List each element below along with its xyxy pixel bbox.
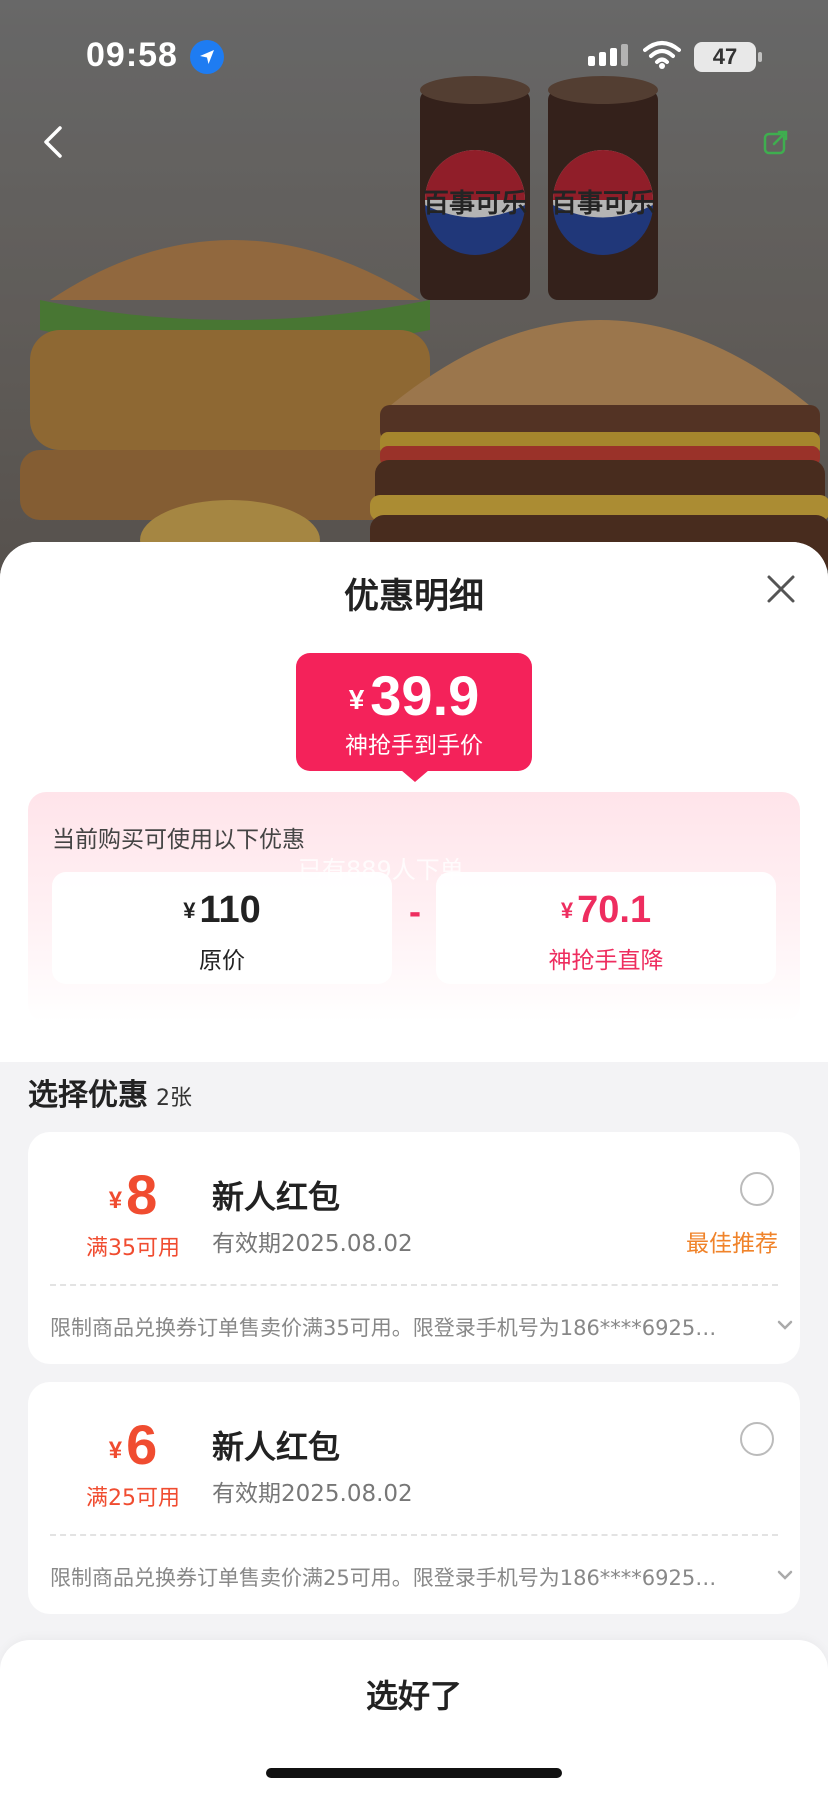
final-price: ¥39.9 [296,665,532,731]
close-icon[interactable] [764,572,798,606]
original-price-currency: ¥ [183,898,196,923]
minus-sign: - [408,896,422,931]
final-price-label: 神抢手到手价 [345,733,483,759]
coupon-condition: 满25可用 [86,1486,180,1511]
discount-card: ¥70.1 神抢手直降 [436,872,776,984]
price-breakdown: 当前购买可使用以下优惠 已有889人下单 ¥110 原价 - ¥70.1 神抢手… [28,792,800,1022]
final-price-badge: ¥39.9 神抢手到手价 [296,653,532,771]
original-price: ¥110 [52,888,392,933]
share-icon[interactable] [762,128,790,156]
coupon-value: 8 [126,1163,158,1226]
wifi-icon [643,40,681,74]
coupon-currency: ¥ [108,1187,123,1214]
coupon-amount: ¥8 [58,1164,208,1232]
home-indicator [266,1768,562,1778]
coupon-radio[interactable] [740,1172,774,1206]
battery-tip [758,52,762,62]
coupon-description: 限制商品兑换券订单售卖价满35可用。限登录手机号为186****6925的用户使… [50,1316,730,1340]
coupon-card[interactable]: ¥8 满35可用 新人红包 有效期2025.08.02 最佳推荐 限制商品兑换券… [28,1132,800,1364]
coupon-currency: ¥ [108,1437,123,1464]
coupon-description: 限制商品兑换券订单售卖价满25可用。限登录手机号为186****6925的用户使… [50,1566,730,1590]
status-time: 09:58 [86,36,178,74]
chevron-down-icon[interactable] [776,1316,794,1334]
coupon-card[interactable]: ¥6 满25可用 新人红包 有效期2025.08.02 限制商品兑换券订单售卖价… [28,1382,800,1614]
coupon-validity: 有效期2025.08.02 [212,1481,413,1507]
original-price-label: 原价 [199,948,245,974]
sheet-title: 优惠明细 [343,577,484,617]
back-arrow-icon[interactable] [34,122,74,162]
signal-icon [588,44,632,66]
available-discounts-title: 当前购买可使用以下优惠 [52,827,305,853]
battery-icon: 47 [694,42,756,72]
original-price-amount: 110 [199,889,261,931]
coupon-validity: 有效期2025.08.02 [212,1231,413,1257]
discount-value: 70.1 [577,889,652,931]
select-discount-label: 选择优惠 [28,1078,148,1113]
original-price-card: ¥110 原价 [52,872,392,984]
discount-amount: ¥70.1 [436,888,776,933]
best-recommend-tag: 最佳推荐 [686,1231,778,1257]
discount-label: 神抢手直降 [548,948,664,974]
status-bar: 09:58 47 [0,0,828,110]
price-badge-pointer [401,770,429,782]
discount-currency: ¥ [560,898,574,923]
confirm-button[interactable]: 选好了 [0,1666,828,1726]
coupon-name: 新人红包 [212,1428,341,1466]
coupon-value: 6 [126,1413,158,1476]
select-discount-title: 选择优惠 2张 [28,1070,192,1114]
final-price-currency: ¥ [348,684,365,715]
coupon-count: 2张 [156,1086,192,1111]
coupon-divider [50,1534,778,1536]
location-arrow-icon [190,40,224,74]
coupon-condition: 满35可用 [86,1236,180,1261]
discount-detail-sheet: 优惠明细 ¥39.9 神抢手到手价 当前购买可使用以下优惠 已有889人下单 ¥… [0,542,828,1795]
coupon-divider [50,1284,778,1286]
coupon-amount: ¥6 [58,1414,208,1482]
coupon-radio[interactable] [740,1422,774,1456]
chevron-down-icon[interactable] [776,1566,794,1584]
bottom-action-bar: 选好了 [0,1640,828,1795]
coupon-name: 新人红包 [212,1178,341,1216]
final-price-amount: 39.9 [370,664,480,727]
